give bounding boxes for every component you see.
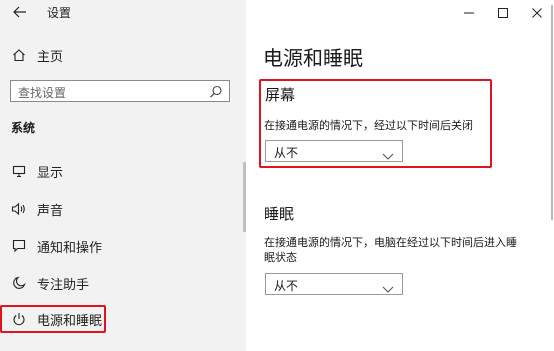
search-icon[interactable] (209, 84, 223, 98)
maximize-icon (498, 3, 508, 22)
sleep-description-line2: 眠状态 (264, 251, 297, 264)
minimize-icon (464, 3, 474, 22)
close-button[interactable] (520, 0, 554, 24)
screen-timeout-dropdown[interactable]: 从不 (265, 140, 403, 162)
page-title: 电源和睡眠 (263, 46, 363, 70)
moon-icon (11, 275, 27, 291)
sleep-group-title: 睡眠 (264, 205, 295, 223)
dropdown-value: 从不 (274, 279, 299, 293)
screen-group-title: 屏幕 (265, 86, 296, 104)
back-arrow-icon (13, 3, 27, 22)
sidebar-item-home[interactable]: 主页 (0, 44, 246, 66)
home-icon (11, 47, 27, 63)
chevron-down-icon (382, 146, 394, 160)
maximize-button[interactable] (486, 0, 520, 24)
main-scrollbar[interactable] (551, 5, 553, 220)
speaker-icon (11, 201, 27, 217)
main-panel: 电源和睡眠 屏幕 在接通电源的情况下，经过以下时间后关闭 从不 睡眠 在接通电源… (246, 0, 554, 351)
sleep-timeout-dropdown[interactable]: 从不 (265, 273, 403, 295)
search-input[interactable]: 查找设置 (10, 80, 230, 102)
selected-item-highlight (0, 305, 106, 333)
sidebar-item-label: 专注助手 (37, 277, 90, 293)
screen-description: 在接通电源的情况下，经过以下时间后关闭 (264, 119, 473, 132)
minimize-button[interactable] (452, 0, 486, 24)
sidebar: 设置 主页 查找设置 系统 显示 声音 通知和操作 专注助手 电源和睡眠 (0, 0, 246, 351)
search-placeholder: 查找设置 (18, 86, 67, 100)
sidebar-item-display[interactable]: 显示 (0, 159, 246, 183)
section-title: 系统 (11, 121, 36, 135)
monitor-icon (11, 163, 27, 179)
back-button[interactable] (10, 2, 30, 22)
sidebar-item-sound[interactable]: 声音 (0, 197, 246, 221)
sidebar-item-label: 声音 (37, 203, 64, 219)
sidebar-item-notifications[interactable]: 通知和操作 (0, 234, 246, 258)
sidebar-item-label: 显示 (37, 165, 64, 181)
message-icon (11, 238, 27, 254)
window-title: 设置 (47, 6, 72, 20)
sidebar-item-label: 通知和操作 (37, 240, 103, 256)
window-controls (452, 0, 554, 24)
sidebar-item-focus-assist[interactable]: 专注助手 (0, 271, 246, 295)
sidebar-item-label: 主页 (37, 49, 64, 65)
chevron-down-icon (382, 279, 394, 293)
dropdown-value: 从不 (274, 146, 299, 160)
sleep-description-line1: 在接通电源的情况下，电脑在经过以下时间后进入睡 (264, 236, 517, 249)
close-icon (532, 3, 542, 22)
